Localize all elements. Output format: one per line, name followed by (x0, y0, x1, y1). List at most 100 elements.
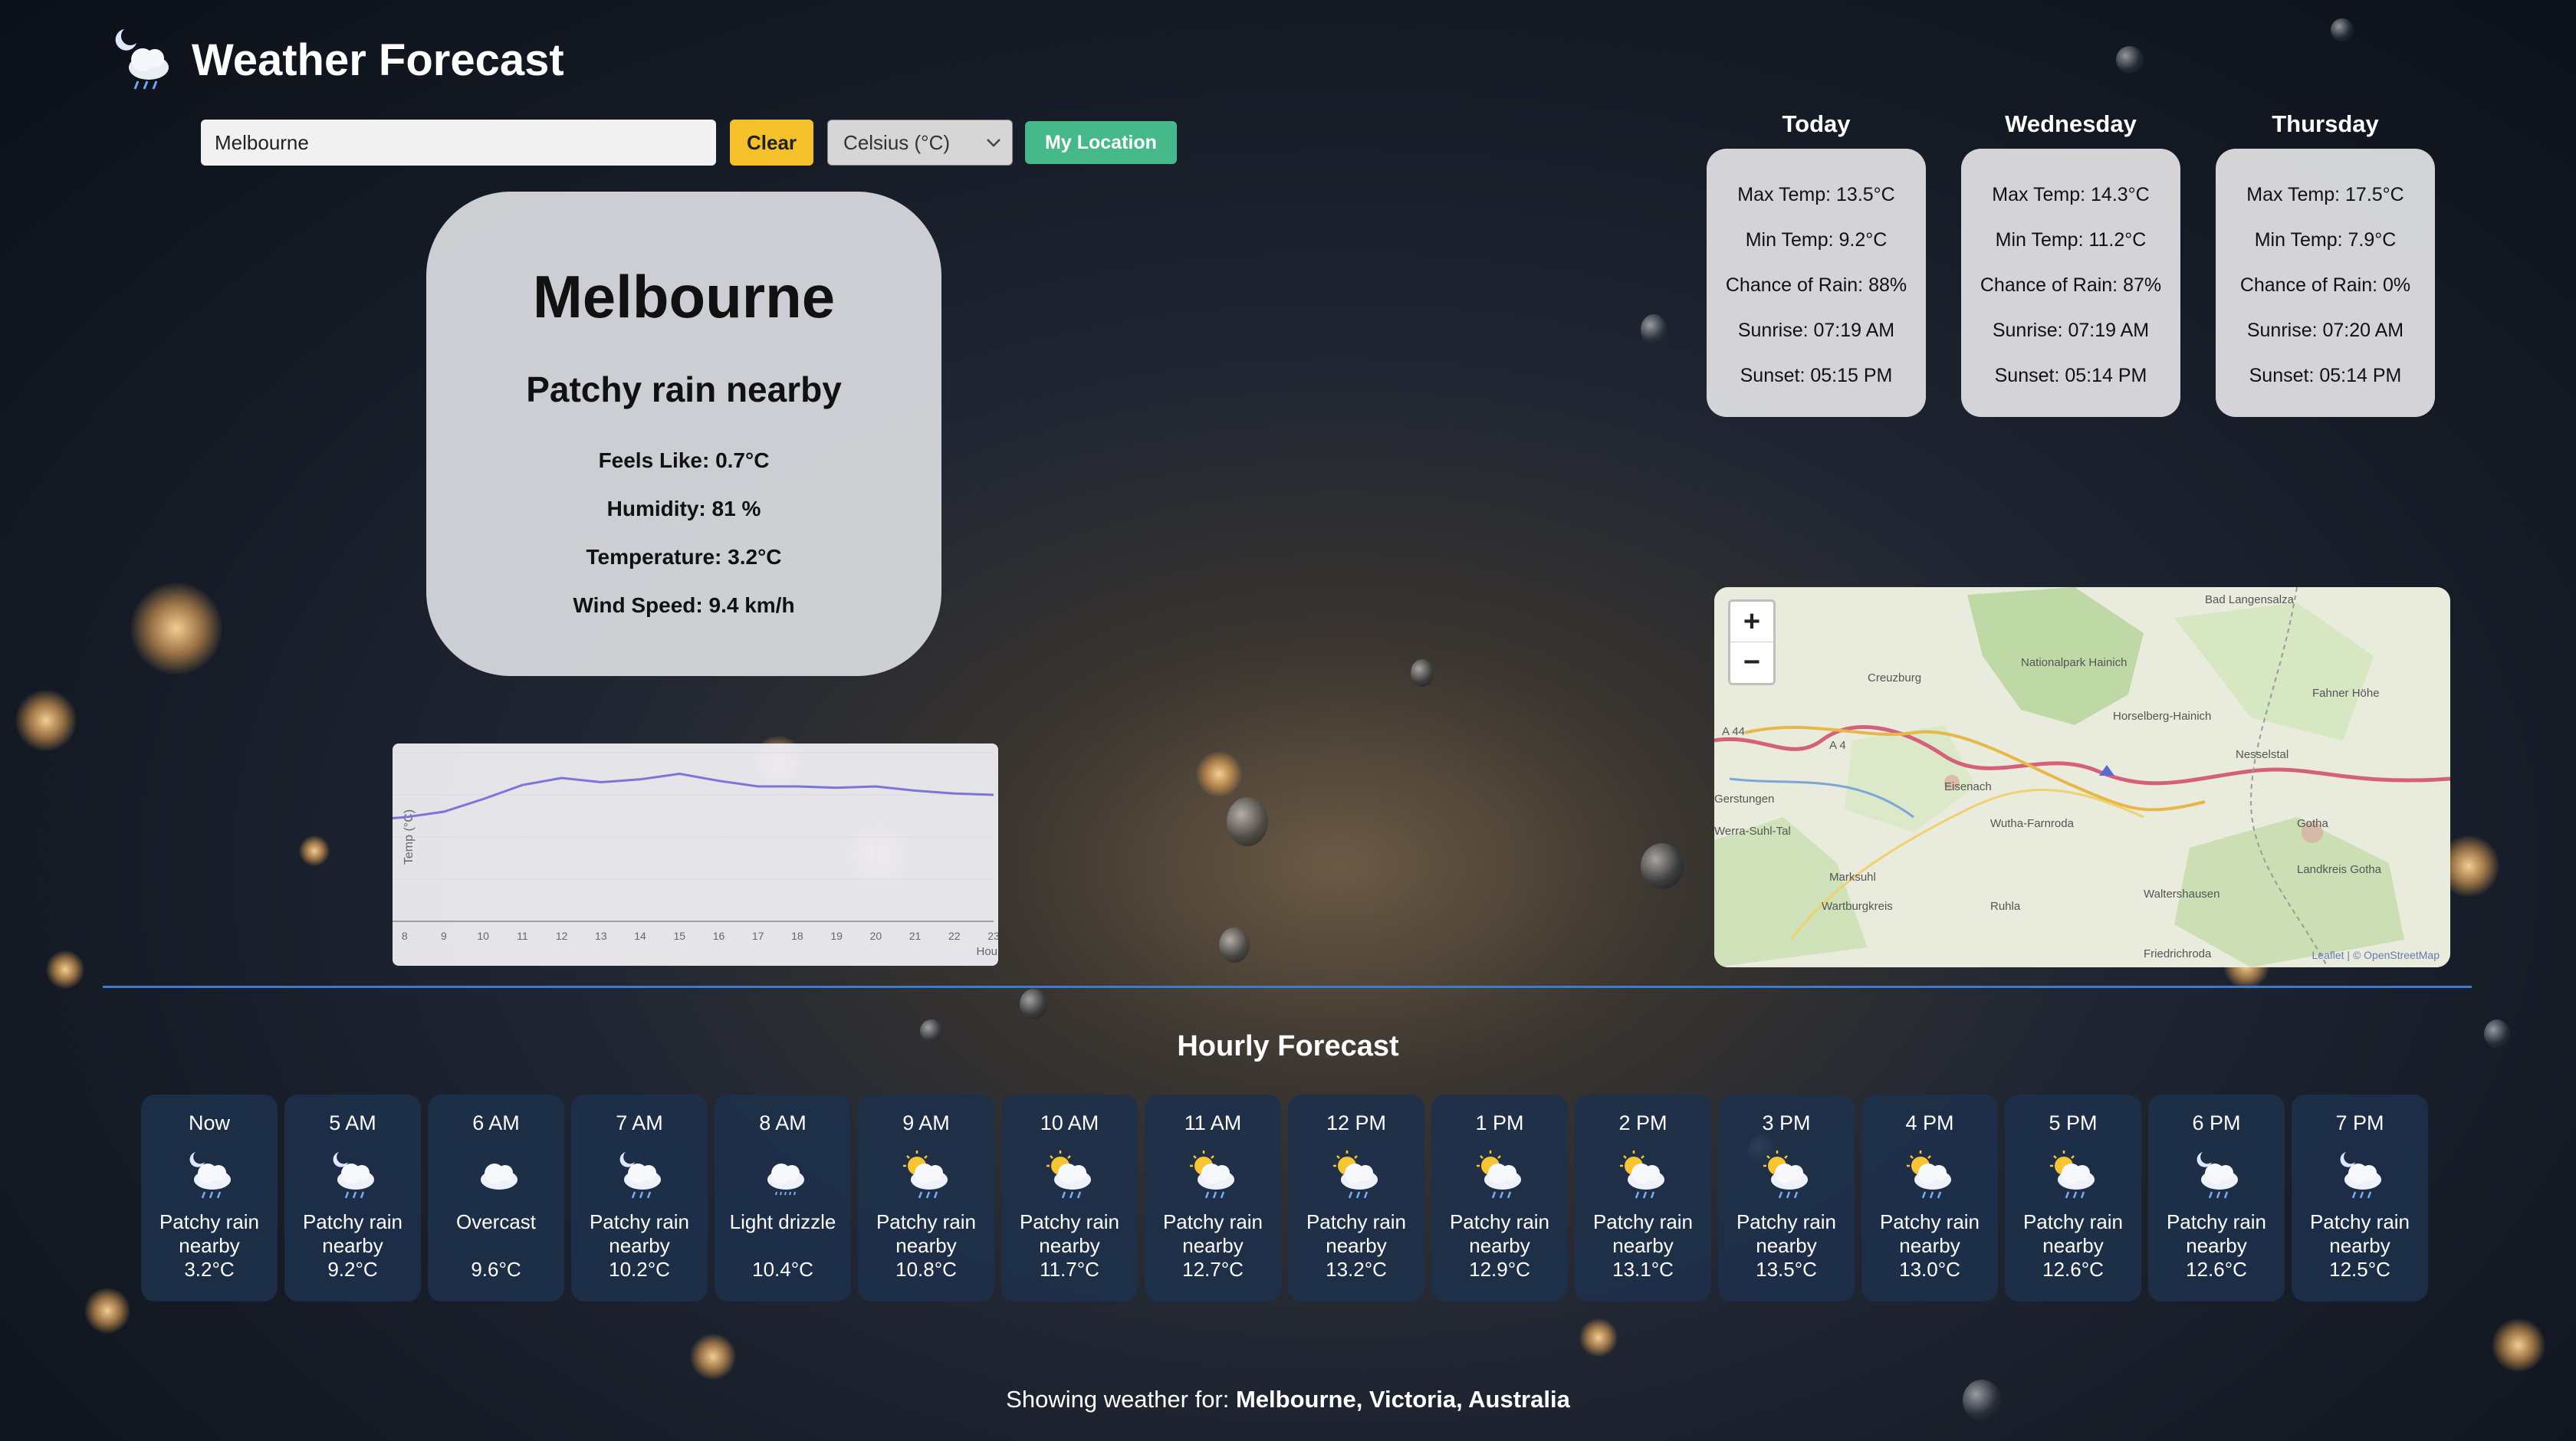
map-place-label: Fahner Höhe (2312, 687, 2380, 700)
sun-rain-icon (1046, 1151, 1091, 1199)
hourly-condition: Patchy rain nearby (1592, 1210, 1694, 1257)
chart-x-tick-label: 21 (909, 930, 922, 942)
hourly-temp: 3.2°C (184, 1258, 235, 1281)
unit-select[interactable]: Celsius (°C) (827, 120, 1014, 166)
hourly-temp: 10.2°C (609, 1258, 670, 1281)
hourly-time: 7 PM (2335, 1111, 2384, 1134)
hourly-condition: Patchy rain nearby (1019, 1210, 1120, 1257)
hourly-time: 1 PM (1475, 1111, 1524, 1134)
hourly-temp: 12.9°C (1469, 1258, 1530, 1281)
hourly-condition: Patchy rain nearby (1306, 1210, 1407, 1257)
hourly-card: 9 AM Patchy rain nearby 10.8°C (858, 1095, 994, 1301)
day-rain: Chance of Rain: 0% (2239, 274, 2411, 296)
chart-x-tick-label: 9 (441, 930, 447, 942)
sun-rain-icon (1763, 1151, 1808, 1199)
hourly-card: 4 PM Patchy rain nearby 13.0°C (1861, 1095, 1998, 1301)
hourly-time: 8 AM (759, 1111, 807, 1134)
map-place-label: Wutha-Farnroda (1990, 817, 2074, 830)
hourly-card: 6 AM Overcast 9.6°C (428, 1095, 564, 1301)
map-place-label: Friedrichroda (2144, 947, 2212, 960)
current-condition: Patchy rain nearby (526, 369, 842, 409)
hourly-card: Now Patchy rain nearby 3.2°C (141, 1095, 278, 1301)
chart-x-tick-label: 12 (556, 930, 568, 942)
map-place-label: Wartburgkreis (1822, 900, 1893, 913)
hourly-card: 1 PM Patchy rain nearby 12.9°C (1431, 1095, 1568, 1301)
day-forecast-card: Max Temp: 13.5°C Min Temp: 9.2°C Chance of… (1707, 149, 1926, 417)
hourly-temp: 13.5°C (1756, 1258, 1817, 1281)
search-toolbar: Clear Celsius (°C) My Location (201, 120, 1177, 166)
current-city: Melbourne (532, 263, 836, 330)
humidity: Humidity: 81 % (606, 497, 761, 520)
chart-x-tick-label: 22 (948, 930, 961, 942)
my-location-button[interactable]: My Location (1025, 121, 1177, 164)
map-place-label: Waltershausen (2144, 888, 2220, 901)
temperature: Temperature: 3.2°C (586, 545, 782, 569)
chart-x-tick-label: 16 (713, 930, 725, 942)
sun-rain-icon (1190, 1151, 1234, 1199)
hourly-condition: Patchy rain nearby (302, 1210, 403, 1257)
day-sunset: Sunset: 05:15 PM (1740, 365, 1893, 386)
clear-button[interactable]: Clear (730, 120, 814, 166)
hourly-time: Now (188, 1111, 230, 1134)
hourly-condition: Patchy rain nearby (1162, 1210, 1263, 1257)
night-rain-icon (189, 1152, 231, 1199)
hourly-temp: 10.8°C (895, 1258, 957, 1281)
map-place-label: Horselberg-Hainich (2113, 710, 2212, 723)
sun-rain-icon (1477, 1151, 1521, 1199)
map-place-label: Ruhla (1990, 900, 2021, 913)
chart-x-tick-label: 10 (477, 930, 489, 942)
day-sunrise: Sunrise: 07:20 AM (2246, 320, 2404, 341)
night-rain-icon (2340, 1152, 2381, 1199)
chart-x-tick-label: 17 (752, 930, 764, 942)
night-rain-icon (2196, 1152, 2238, 1199)
map-place-label: Nationalpark Hainich (2021, 656, 2128, 669)
zoom-in-button[interactable]: + (1730, 602, 1773, 642)
day-heading: Thursday (2272, 110, 2379, 137)
night-rain-icon (619, 1152, 661, 1199)
sun-rain-icon (2050, 1151, 2095, 1199)
day-min: Min Temp: 9.2°C (1745, 229, 1888, 251)
hourly-forecast-title: Hourly Forecast (1177, 1030, 1399, 1062)
map-place-label: Creuzburg (1868, 671, 1922, 684)
hourly-time: 3 PM (1762, 1111, 1811, 1134)
map-zoom-control: + − (1728, 599, 1776, 685)
footer-location-name: Melbourne, Victoria, Australia (1235, 1386, 1570, 1413)
day-min: Min Temp: 11.2°C (1995, 229, 2147, 251)
map-place-label: A 44 (1722, 725, 1746, 738)
map-place-label: Gerstungen (1714, 793, 1775, 806)
hourly-condition: Patchy rain nearby (159, 1210, 260, 1257)
hourly-time: 10 AM (1040, 1111, 1099, 1134)
hourly-temp: 9.2°C (327, 1258, 378, 1281)
chart-x-tick-label: 18 (791, 930, 803, 942)
hourly-condition: Patchy rain nearby (2022, 1210, 2124, 1257)
hourly-condition: Patchy rain nearby (876, 1210, 977, 1257)
hourly-time: 7 AM (616, 1111, 663, 1134)
city-search-input[interactable] (201, 120, 716, 166)
day-sunset: Sunset: 05:14 PM (2249, 365, 2402, 386)
hourly-card: 6 PM Patchy rain nearby 12.6°C (2148, 1095, 2285, 1301)
sun-rain-icon (1333, 1151, 1378, 1199)
map-attribution[interactable]: Leaflet | © OpenStreetMap (2312, 949, 2440, 961)
hourly-card: 12 PM Patchy rain nearby 13.2°C (1288, 1095, 1424, 1301)
day-heading: Today (1782, 110, 1851, 137)
hourly-condition: Patchy rain nearby (589, 1210, 690, 1257)
hourly-condition: Patchy rain nearby (2309, 1210, 2410, 1257)
chart-x-tick-label: 19 (830, 930, 843, 942)
zoom-out-button[interactable]: − (1730, 642, 1773, 682)
chart-x-tick-label: 13 (595, 930, 607, 942)
hourly-condition: Patchy rain nearby (2166, 1210, 2267, 1257)
hourly-condition: Light drizzle (729, 1210, 836, 1233)
chart-x-tick-label: 11 (517, 930, 528, 942)
sun-rain-icon (1907, 1151, 1951, 1199)
hourly-card: 2 PM Patchy rain nearby 13.1°C (1575, 1095, 1711, 1301)
hourly-card: 10 AM Patchy rain nearby 11.7°C (1001, 1095, 1138, 1301)
hourly-time: 6 PM (2192, 1111, 2241, 1134)
hourly-time: 2 PM (1618, 1111, 1668, 1134)
day-max: Max Temp: 13.5°C (1737, 184, 1895, 205)
hourly-temp: 12.6°C (2042, 1258, 2104, 1281)
hourly-card: 7 AM Patchy rain nearby 10.2°C (571, 1095, 708, 1301)
day-rain: Chance of Rain: 88% (1725, 274, 1907, 296)
hourly-card: 3 PM Patchy rain nearby 13.5°C (1718, 1095, 1855, 1301)
location-map[interactable]: + − Bad Langensalza Nationalpark Hainich C… (1714, 587, 2450, 967)
hourly-time: 9 AM (902, 1111, 950, 1134)
